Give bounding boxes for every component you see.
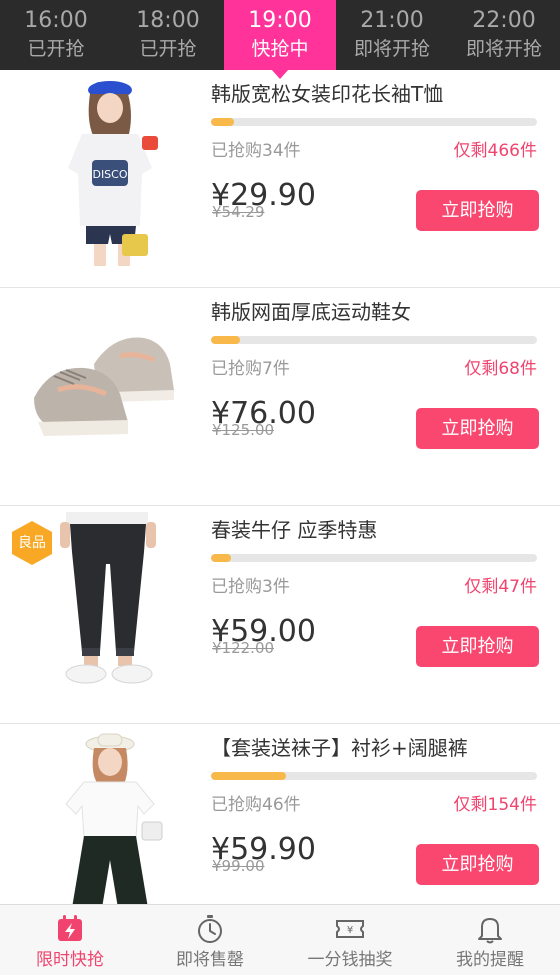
remaining-count: 仅剩47件	[464, 577, 537, 597]
product-title[interactable]: 韩版网面厚底运动鞋女	[211, 296, 411, 325]
product-info: 【套装送袜子】衬衫+阔腿裤 已抢购46件 仅剩154件 ¥59.90 ¥99.0…	[211, 724, 541, 904]
product-title[interactable]: 春装牛仔 应季特惠	[211, 514, 377, 543]
sales-progress-bar	[211, 118, 537, 126]
stopwatch-icon	[194, 913, 226, 945]
sales-progress-bar	[211, 772, 537, 780]
bottom-tab-bar: 限时快抢 即将售罄 ¥ 一分钱抽奖 我的提醒	[0, 904, 560, 975]
product-item[interactable]: 【套装送袜子】衬衫+阔腿裤 已抢购46件 仅剩154件 ¥59.90 ¥99.0…	[0, 724, 560, 904]
time-status: 即将开抢	[353, 38, 430, 60]
bottom-tab-flash-sale[interactable]: 限时快抢	[0, 905, 140, 975]
time-tab-1800[interactable]: 18:00 已开抢	[112, 0, 224, 70]
sales-progress-bar	[211, 554, 537, 562]
time-tab-2100[interactable]: 21:00 即将开抢	[336, 0, 448, 70]
time-status: 已开抢	[139, 38, 197, 60]
original-price: ¥99.00	[212, 857, 265, 875]
svg-text:¥: ¥	[347, 925, 353, 936]
product-info: 韩版网面厚底运动鞋女 已抢购7件 仅剩68件 ¥76.00 ¥125.00 立即…	[211, 288, 541, 506]
product-image-tshirt-model[interactable]: DISCO	[24, 76, 196, 266]
time-tab-2200[interactable]: 22:00 即将开抢	[448, 0, 560, 70]
sales-progress-fill	[211, 554, 231, 562]
sold-count: 已抢购3件	[211, 577, 290, 597]
product-item[interactable]: DISCO 韩版宽松女装印花长袖T恤 已抢购34件 仅剩466件 ¥29.90 …	[0, 70, 560, 288]
remaining-count: 仅剩154件	[453, 795, 537, 815]
sold-count: 已抢购46件	[211, 795, 301, 815]
bottom-tab-lottery[interactable]: ¥ 一分钱抽奖	[280, 905, 420, 975]
time-status: 已开抢	[27, 38, 85, 60]
time-label: 16:00	[24, 8, 88, 33]
original-price: ¥54.29	[212, 203, 265, 221]
remaining-count: 仅剩466件	[453, 141, 537, 161]
sales-progress-fill	[211, 336, 241, 344]
time-slot-tabs: 16:00 已开抢 18:00 已开抢 19:00 快抢中 21:00 即将开抢…	[0, 0, 560, 79]
badge-label: 良品	[18, 535, 46, 551]
product-list: DISCO 韩版宽松女装印花长袖T恤 已抢购34件 仅剩466件 ¥29.90 …	[0, 70, 560, 904]
time-label: 22:00	[472, 8, 536, 33]
bottom-tab-label: 即将售罄	[176, 950, 244, 970]
time-tab-1900[interactable]: 19:00 快抢中	[224, 0, 336, 79]
sales-progress-fill	[211, 772, 286, 780]
lottery-ticket-icon: ¥	[334, 913, 366, 945]
flash-sale-icon	[54, 913, 86, 945]
product-info: 韩版宽松女装印花长袖T恤 已抢购34件 仅剩466件 ¥29.90 ¥54.29…	[211, 70, 541, 288]
sold-count: 已抢购34件	[211, 141, 301, 161]
time-status: 快抢中	[251, 38, 309, 60]
time-tab-1600[interactable]: 16:00 已开抢	[0, 0, 112, 70]
sold-count: 已抢购7件	[211, 359, 290, 379]
product-item[interactable]: 韩版网面厚底运动鞋女 已抢购7件 仅剩68件 ¥76.00 ¥125.00 立即…	[0, 288, 560, 506]
sales-progress-fill	[211, 118, 234, 126]
time-status: 即将开抢	[465, 38, 542, 60]
svg-text:DISCO: DISCO	[92, 168, 127, 181]
sales-progress-bar	[211, 336, 537, 344]
bottom-tab-reminders[interactable]: 我的提醒	[420, 905, 560, 975]
buy-now-button[interactable]: 立即抢购	[416, 844, 539, 885]
bottom-tab-selling-out[interactable]: 即将售罄	[140, 905, 280, 975]
product-item[interactable]: 良品 春装牛仔 应季特惠 已抢购3件 仅剩47件 ¥59.00 ¥122.00 …	[0, 506, 560, 724]
bottom-tab-label: 一分钱抽奖	[307, 950, 393, 970]
time-label: 19:00	[248, 8, 312, 33]
bottom-tab-label: 我的提醒	[456, 950, 524, 970]
bottom-tab-label: 限时快抢	[36, 950, 104, 970]
buy-now-button[interactable]: 立即抢购	[416, 190, 539, 231]
time-label: 21:00	[360, 8, 424, 33]
original-price: ¥122.00	[212, 639, 275, 657]
quality-badge: 良品	[10, 520, 54, 566]
product-title[interactable]: 【套装送袜子】衬衫+阔腿裤	[211, 732, 468, 761]
product-image-shirt-pants-set[interactable]	[24, 730, 196, 904]
product-title[interactable]: 韩版宽松女装印花长袖T恤	[211, 78, 443, 107]
time-label: 18:00	[136, 8, 200, 33]
buy-now-button[interactable]: 立即抢购	[416, 408, 539, 449]
original-price: ¥125.00	[212, 421, 275, 439]
product-image-sneakers[interactable]	[24, 294, 196, 484]
bell-icon	[474, 913, 506, 945]
product-info: 春装牛仔 应季特惠 已抢购3件 仅剩47件 ¥59.00 ¥122.00 立即抢…	[211, 506, 541, 724]
remaining-count: 仅剩68件	[464, 359, 537, 379]
buy-now-button[interactable]: 立即抢购	[416, 626, 539, 667]
